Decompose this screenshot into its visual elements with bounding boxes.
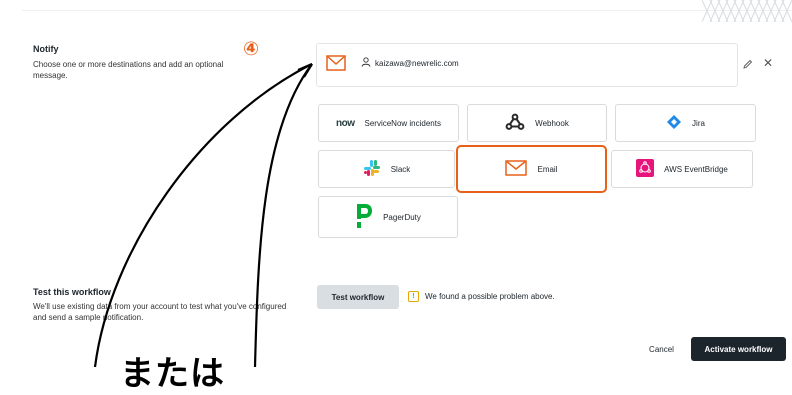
- user-icon: [361, 57, 371, 69]
- tile-label: PagerDuty: [383, 212, 421, 222]
- tile-slack[interactable]: Slack: [318, 150, 455, 188]
- tile-pagerduty[interactable]: PagerDuty: [318, 196, 458, 238]
- tile-aws-eventbridge[interactable]: AWS EventBridge: [611, 150, 753, 188]
- warning-icon: !: [408, 291, 419, 302]
- test-title: Test this workflow: [33, 287, 111, 297]
- tile-label: Webhook: [535, 118, 569, 128]
- tile-label: Slack: [390, 164, 411, 174]
- aws-eventbridge-icon: [636, 159, 655, 179]
- tile-label: AWS EventBridge: [664, 164, 728, 174]
- jira-icon: [666, 114, 682, 132]
- email-icon: [326, 55, 346, 76]
- tile-label: Email: [537, 164, 558, 174]
- cancel-button[interactable]: Cancel: [637, 338, 686, 360]
- warning-message: ! We found a possible problem above.: [408, 291, 555, 302]
- tile-email[interactable]: Email: [456, 145, 607, 193]
- email-icon: [505, 160, 528, 178]
- tile-label: ServiceNow incidents: [364, 118, 441, 128]
- test-workflow-button[interactable]: Test workflow: [317, 285, 399, 309]
- tile-label: Jira: [692, 118, 705, 128]
- warning-text: We found a possible problem above.: [425, 292, 555, 301]
- servicenow-logo: now: [336, 117, 355, 129]
- annotation-caption: または: [120, 355, 225, 393]
- test-description: We'll use existing data from your accoun…: [33, 302, 287, 322]
- close-icon[interactable]: ✕: [763, 56, 773, 70]
- recipient-email: kaizawa@newrelic.com: [375, 58, 459, 68]
- slack-icon: [363, 159, 381, 179]
- notify-description: Choose one or more destinations and add …: [33, 60, 224, 80]
- webhook-icon: [505, 113, 525, 133]
- tile-webhook[interactable]: Webhook: [467, 104, 607, 142]
- tile-jira[interactable]: Jira: [615, 104, 756, 142]
- decorative-pattern: [702, 0, 792, 22]
- divider: [22, 10, 792, 11]
- activate-workflow-button[interactable]: Activate workflow: [691, 337, 786, 361]
- pencil-icon[interactable]: [742, 57, 753, 75]
- tile-servicenow[interactable]: now ServiceNow incidents: [318, 104, 459, 142]
- notify-title: Notify: [33, 44, 59, 54]
- step-marker: ④: [243, 39, 260, 60]
- recipient-chip[interactable]: kaizawa@newrelic.com: [361, 56, 459, 70]
- pagerduty-icon: [355, 203, 373, 231]
